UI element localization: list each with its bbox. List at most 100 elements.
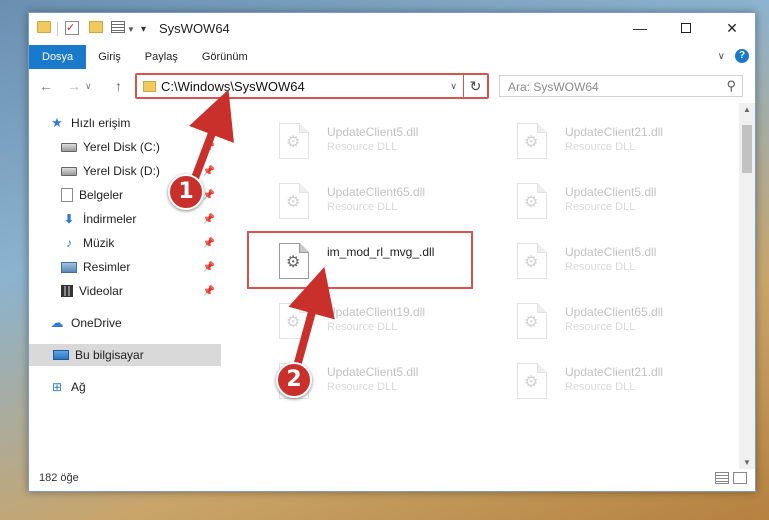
address-bar[interactable]: C:\Windows\SysWOW64 ∨ ↻ xyxy=(135,73,489,99)
tab-file[interactable]: Dosya xyxy=(29,45,87,69)
title-bar: ✓ ▼ ▾ SysWOW64 — ✕ xyxy=(29,13,755,45)
sidebar-item-disk-c[interactable]: Yerel Disk (C:) 📌 xyxy=(61,136,221,158)
sidebar-item-label: İndirmeler xyxy=(83,212,137,226)
file-item[interactable]: ⚙ UpdateClient5.dll Resource DLL xyxy=(493,179,723,223)
recent-locations-icon[interactable]: ∨ xyxy=(85,81,92,92)
explorer-window: ✓ ▼ ▾ SysWOW64 — ✕ Dosya Giriş Paylaş Gö… xyxy=(28,12,756,492)
file-name: UpdateClient5.dll xyxy=(327,125,419,139)
file-item[interactable]: ⚙ UpdateClient65.dll Resource DLL xyxy=(493,299,723,343)
navigation-pane: ★ Hızlı erişim Yerel Disk (C:) 📌 Yerel D… xyxy=(29,103,221,453)
new-folder-icon[interactable] xyxy=(89,21,103,33)
search-input[interactable]: Ara: SysWOW64 ⚲ xyxy=(499,75,743,97)
sidebar-item-label: Resimler xyxy=(83,260,131,274)
file-highlight-box xyxy=(247,231,473,289)
file-item[interactable]: ⚙ UpdateClient65.dll Resource DLL xyxy=(255,179,485,223)
vertical-scrollbar[interactable]: ▲ ▼ xyxy=(739,103,755,469)
expand-ribbon-icon[interactable]: ∨ xyxy=(718,51,725,62)
pin-icon[interactable]: 📌 xyxy=(203,238,215,249)
dll-file-icon: ⚙ xyxy=(517,243,547,279)
sidebar-item-label: Yerel Disk (C:) xyxy=(83,140,160,154)
chevron-down-icon[interactable]: ▼ xyxy=(127,21,135,37)
file-item[interactable]: ⚙ UpdateClient19.dll Resource DLL xyxy=(255,299,485,343)
sidebar-item-quick-access[interactable]: ★ Hızlı erişim xyxy=(49,112,221,134)
file-name: UpdateClient19.dll xyxy=(327,305,426,319)
file-type: Resource DLL xyxy=(565,321,636,333)
pin-icon[interactable]: 📌 xyxy=(203,142,215,153)
sidebar-item-label: Belgeler xyxy=(79,188,124,202)
computer-icon xyxy=(53,350,69,360)
sidebar-item-label: Hızlı erişim xyxy=(71,116,131,130)
sidebar-item-downloads[interactable]: ⬇ İndirmeler 📌 xyxy=(61,208,221,230)
drive-icon xyxy=(61,142,77,152)
gear-icon: ⚙ xyxy=(286,194,301,211)
file-type: Resource DLL xyxy=(565,261,636,273)
close-button[interactable]: ✕ xyxy=(709,13,755,43)
cloud-icon: ☁ xyxy=(50,315,64,330)
folder-icon[interactable] xyxy=(37,21,51,33)
large-icons-view-icon[interactable] xyxy=(733,472,747,484)
scrollbar-thumb[interactable] xyxy=(742,125,752,173)
file-item[interactable]: ⚙ UpdateClient21.dll Resource DLL xyxy=(493,119,723,163)
tab-home[interactable]: Giriş xyxy=(86,45,133,69)
tab-view[interactable]: Görünüm xyxy=(190,45,260,69)
dll-file-icon: ⚙ xyxy=(279,183,309,219)
sidebar-item-label: OneDrive xyxy=(71,316,122,330)
drive-icon xyxy=(61,166,77,176)
chevron-down-icon[interactable]: ∨ xyxy=(450,81,457,92)
sidebar-item-pictures[interactable]: Resimler 📌 xyxy=(61,256,221,278)
star-icon: ★ xyxy=(51,115,63,130)
pin-icon[interactable]: 📌 xyxy=(203,262,215,273)
sidebar-item-network[interactable]: ⊞ Ağ xyxy=(49,376,221,398)
navigation-bar: ← → ∨ ↑ C:\Windows\SysWOW64 ∨ ↻ Ara: Sys… xyxy=(29,69,755,103)
sidebar-item-this-pc[interactable]: Bu bilgisayar xyxy=(29,344,221,366)
gear-icon: ⚙ xyxy=(286,314,301,331)
file-item[interactable]: ⚙ UpdateClient5.dll Resource DLL xyxy=(493,239,723,283)
tab-share[interactable]: Paylaş xyxy=(133,45,190,69)
dll-file-icon: ⚙ xyxy=(517,303,547,339)
back-arrow-icon[interactable]: ← xyxy=(39,78,53,94)
address-path[interactable]: C:\Windows\SysWOW64 xyxy=(161,79,305,94)
refresh-icon[interactable]: ↻ xyxy=(463,75,487,97)
documents-icon xyxy=(61,188,73,202)
file-type: Resource DLL xyxy=(565,381,636,393)
file-name: UpdateClient5.dll xyxy=(327,365,419,379)
window-title: SysWOW64 xyxy=(159,21,230,36)
sidebar-item-label: Videolar xyxy=(79,284,123,298)
details-view-icon[interactable] xyxy=(715,472,729,484)
pin-icon[interactable]: 📌 xyxy=(203,190,215,201)
file-type: Resource DLL xyxy=(327,381,398,393)
item-count: 182 öğe xyxy=(39,472,79,484)
scroll-down-icon[interactable]: ▼ xyxy=(739,458,755,467)
pictures-icon xyxy=(61,261,77,273)
forward-arrow-icon[interactable]: → xyxy=(67,78,81,94)
sidebar-item-videos[interactable]: Videolar 📌 xyxy=(61,280,221,302)
pin-icon[interactable]: 📌 xyxy=(203,286,215,297)
folder-icon xyxy=(143,81,156,92)
properties-check-icon[interactable]: ✓ xyxy=(65,21,79,35)
file-name: UpdateClient5.dll xyxy=(565,185,657,199)
minimize-button[interactable]: — xyxy=(617,13,663,43)
view-toggles xyxy=(715,472,747,484)
quick-access-toolbar-dropdown-icon[interactable]: ▾ xyxy=(141,21,146,37)
file-type: Resource DLL xyxy=(327,141,398,153)
dll-file-icon: ⚙ xyxy=(517,183,547,219)
customize-icon[interactable] xyxy=(111,21,125,33)
file-type: Resource DLL xyxy=(327,201,398,213)
divider xyxy=(57,22,58,36)
search-icon[interactable]: ⚲ xyxy=(726,78,736,94)
sidebar-item-onedrive[interactable]: ☁ OneDrive xyxy=(49,312,221,334)
file-item[interactable]: ⚙ UpdateClient5.dll Resource DLL xyxy=(255,119,485,163)
file-item[interactable]: ⚙ UpdateClient21.dll Resource DLL xyxy=(493,359,723,403)
pin-icon[interactable]: 📌 xyxy=(203,214,215,225)
help-icon[interactable]: ? xyxy=(735,49,749,63)
maximize-button[interactable] xyxy=(663,13,709,43)
pin-icon[interactable]: 📌 xyxy=(203,166,215,177)
ribbon-controls: ∨ ? xyxy=(718,49,749,63)
maximize-icon xyxy=(681,23,691,33)
up-arrow-icon[interactable]: ↑ xyxy=(115,78,122,94)
scroll-up-icon[interactable]: ▲ xyxy=(739,105,755,114)
sidebar-item-music[interactable]: ♪ Müzik 📌 xyxy=(61,232,221,254)
file-type: Resource DLL xyxy=(565,201,636,213)
sidebar-item-label: Yerel Disk (D:) xyxy=(83,164,160,178)
gear-icon: ⚙ xyxy=(286,134,301,151)
